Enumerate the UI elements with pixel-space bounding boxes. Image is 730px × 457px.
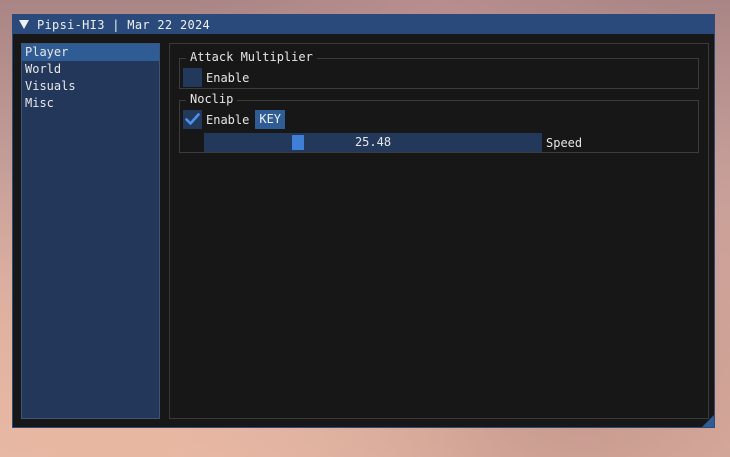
checkmark-icon [185, 113, 200, 125]
attack-multiplier-enable-label: Enable [206, 70, 250, 85]
window-title: Pipsi-HI3 | Mar 22 2024 [37, 17, 211, 32]
noclip-enable-checkbox[interactable] [183, 110, 202, 129]
attack-multiplier-group: Attack Multiplier Enable [179, 50, 699, 89]
sidebar-item-misc[interactable]: Misc [22, 95, 159, 112]
sidebar-item-world[interactable]: World [22, 61, 159, 78]
sidebar-item-player[interactable]: Player [22, 44, 159, 61]
sidebar-item-label: Player [25, 45, 69, 59]
noclip-speed-row: 25.48 Speed [204, 133, 582, 152]
sidebar-item-label: Visuals [25, 79, 76, 93]
sidebar-item-label: World [25, 62, 62, 76]
noclip-enable-row: Enable KEY [183, 110, 286, 129]
window-titlebar[interactable]: Pipsi-HI3 | Mar 22 2024 [13, 15, 714, 34]
attack-multiplier-enable-row: Enable [183, 68, 249, 87]
noclip-enable-label: Enable [206, 112, 250, 127]
noclip-key-button[interactable]: KEY [255, 110, 286, 129]
noclip-speed-value: 25.48 [354, 135, 392, 149]
attack-multiplier-enable-checkbox[interactable] [183, 68, 202, 87]
noclip-speed-slider[interactable]: 25.48 [204, 133, 542, 152]
sidebar-item-visuals[interactable]: Visuals [22, 78, 159, 95]
sidebar: Player World Visuals Misc [21, 43, 160, 419]
noclip-speed-label: Speed [546, 135, 583, 150]
noclip-title: Noclip [186, 92, 238, 106]
attack-multiplier-title: Attack Multiplier [186, 50, 317, 64]
noclip-group: Noclip Enable KEY 25.48 Speed [179, 92, 699, 153]
main-window: Pipsi-HI3 | Mar 22 2024 Player World Vis… [12, 14, 715, 428]
resize-grip[interactable] [702, 415, 714, 427]
content-panel: Attack Multiplier Enable Noclip Enable K… [169, 43, 709, 419]
sidebar-item-label: Misc [25, 96, 54, 110]
collapse-arrow-icon[interactable] [19, 20, 29, 29]
